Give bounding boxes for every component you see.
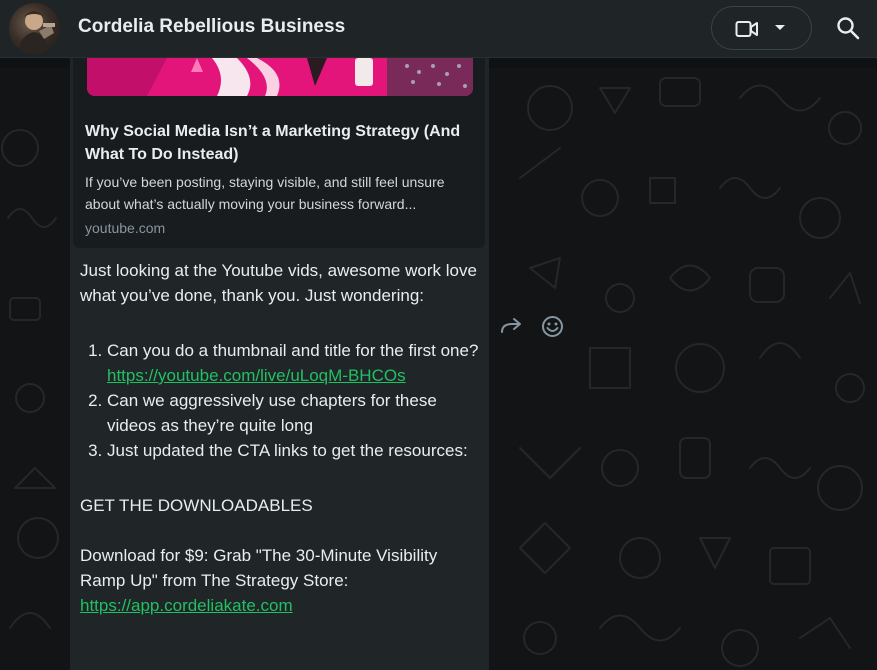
video-call-button[interactable] — [711, 6, 812, 50]
message-text: Just looking at the Youtube vids, awesom… — [80, 258, 485, 618]
list-item-text: Can you do a thumbnail and title for the… — [107, 341, 479, 360]
avatar[interactable] — [9, 3, 60, 54]
link-preview-domain: youtube.com — [85, 220, 166, 236]
link-preview[interactable]: Why Social Media Isn’t a Marketing Strat… — [73, 58, 485, 248]
chat-title[interactable]: Cordelia Rebellious Business — [78, 16, 345, 38]
list-item: Can we aggressively use chapters for the… — [107, 388, 485, 438]
chat-header: Cordelia Rebellious Business — [0, 0, 877, 58]
download-paragraph: Download for $9: Grab "The 30-Minute Vis… — [80, 543, 485, 618]
downloadables-heading: GET THE DOWNLOADABLES — [80, 496, 313, 515]
list-item: Can you do a thumbnail and title for the… — [107, 338, 485, 388]
forward-icon[interactable] — [500, 316, 524, 336]
chevron-down-icon — [775, 25, 785, 30]
search-icon[interactable] — [836, 16, 860, 40]
question-list: Can you do a thumbnail and title for the… — [80, 338, 485, 463]
list-item-text: Just updated the CTA links to get the re… — [107, 441, 468, 460]
youtube-live-link[interactable]: https://youtube.com/live/uLoqM-BHCOs — [107, 366, 406, 385]
avatar-image — [17, 11, 55, 54]
list-item-text: Can we aggressively use chapters for the… — [107, 391, 437, 435]
video-call-icon — [735, 21, 758, 37]
chat-window: Cordelia Rebellious Business Why Social … — [0, 0, 877, 670]
link-preview-title[interactable]: Why Social Media Isn’t a Marketing Strat… — [85, 120, 480, 166]
link-preview-thumbnail[interactable] — [87, 58, 473, 96]
message-bubble[interactable]: Why Social Media Isn’t a Marketing Strat… — [70, 58, 489, 670]
strategy-store-link[interactable]: https://app.cordeliakate.com — [80, 596, 293, 615]
download-text: Download for $9: Grab "The 30-Minute Vis… — [80, 546, 438, 590]
emoji-icon[interactable] — [541, 315, 564, 338]
list-item: Just updated the CTA links to get the re… — [107, 438, 485, 463]
link-preview-description: If you’ve been posting, staying visible,… — [85, 174, 445, 212]
thumbnail-art — [87, 58, 473, 96]
message-intro: Just looking at the Youtube vids, awesom… — [80, 261, 477, 305]
